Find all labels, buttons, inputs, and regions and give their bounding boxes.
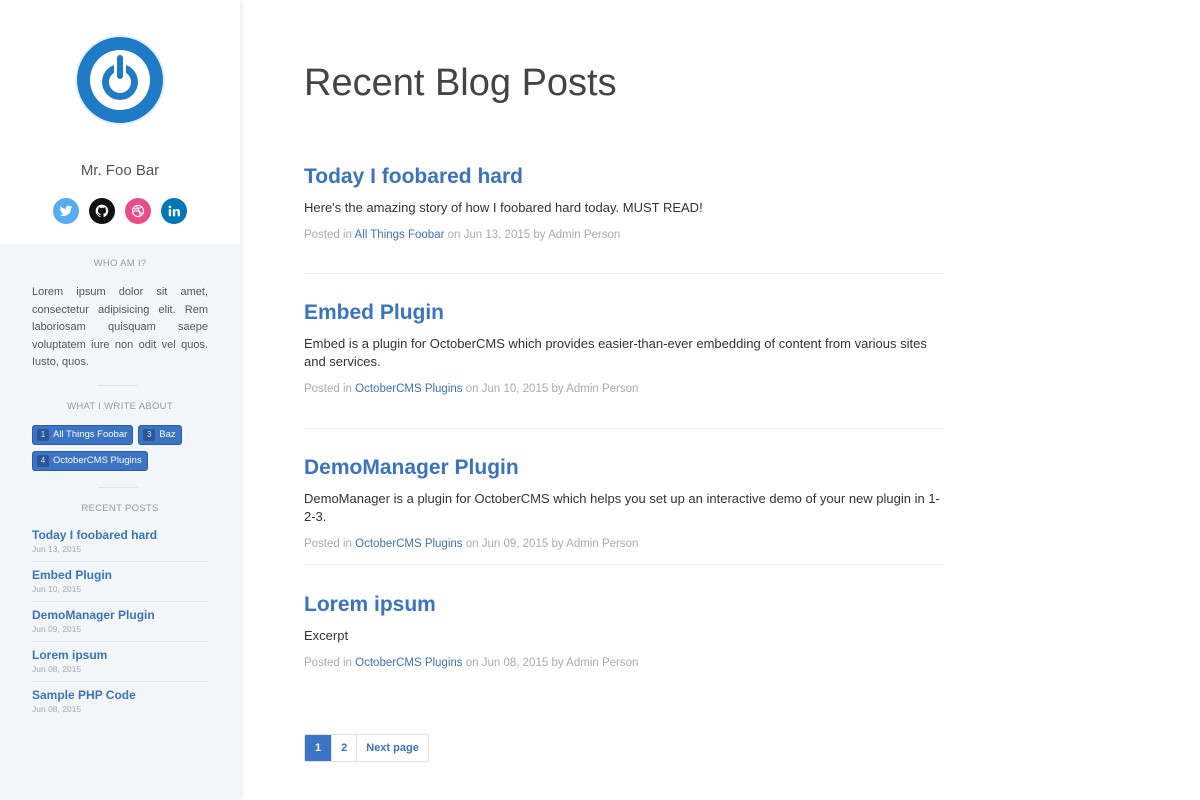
category-tag-all-things-foobar[interactable]: 1 All Things Foobar xyxy=(32,425,134,445)
meta-by: by xyxy=(533,229,546,241)
recent-post-date: Jun 08, 2015 xyxy=(32,664,82,674)
meta-prefix: Posted in xyxy=(304,657,352,669)
post-item: Lorem ipsum Excerpt Posted in OctoberCMS… xyxy=(304,593,944,669)
linkedin-link[interactable] xyxy=(161,198,187,224)
post-date: Jun 10, 2015 xyxy=(481,383,549,395)
recent-post-item: Today I foobared hard Jun 13, 2015 xyxy=(32,522,208,562)
post-meta: Posted in OctoberCMS Plugins on Jun 09, … xyxy=(304,538,944,550)
post-category-link[interactable]: All Things Foobar xyxy=(355,229,445,241)
category-tag-octobercms-plugins[interactable]: 4 OctoberCMS Plugins xyxy=(32,451,148,471)
post-meta: Posted in OctoberCMS Plugins on Jun 10, … xyxy=(304,383,944,395)
avatar xyxy=(75,35,165,125)
recent-post-item: DemoManager Plugin Jun 09, 2015 xyxy=(32,602,208,642)
pagination: 1 2 Next page xyxy=(304,734,429,762)
about-heading: WHO AM I? xyxy=(93,258,147,269)
page-title: Recent Blog Posts xyxy=(304,62,617,104)
post-author: Admin Person xyxy=(566,383,639,395)
twitter-link[interactable] xyxy=(53,198,79,224)
post-meta: Posted in All Things Foobar on Jun 13, 2… xyxy=(304,229,944,241)
divider xyxy=(98,487,138,488)
post-excerpt: Excerpt xyxy=(304,628,349,643)
meta-by: by xyxy=(551,383,564,395)
sidebar: Mr. Foo Bar WHO AM I? Lorem ipsum dolor … xyxy=(0,0,240,800)
about-text: Lorem ipsum dolor sit amet, consectetur … xyxy=(32,286,208,368)
recent-post-link[interactable]: Sample PHP Code xyxy=(32,688,208,702)
recent-post-link[interactable]: DemoManager Plugin xyxy=(32,608,208,622)
post-title-link[interactable]: Lorem ipsum xyxy=(304,593,944,617)
meta-prefix: Posted in xyxy=(304,383,352,395)
recent-post-link[interactable]: Today I foobared hard xyxy=(32,528,208,542)
github-link[interactable] xyxy=(89,198,115,224)
recent-post-date: Jun 09, 2015 xyxy=(32,624,82,634)
category-label: OctoberCMS Plugins xyxy=(53,455,142,466)
post-title-link[interactable]: Today I foobared hard xyxy=(304,165,944,189)
category-count: 1 xyxy=(37,429,49,441)
author-name: Mr. Foo Bar xyxy=(80,162,160,179)
meta-prefix: Posted in xyxy=(304,229,352,241)
post-date: Jun 09, 2015 xyxy=(481,538,549,550)
post-excerpt: Embed is a plugin for OctoberCMS which p… xyxy=(304,336,927,369)
post-date: Jun 13, 2015 xyxy=(463,229,531,241)
page-1-button[interactable]: 1 xyxy=(305,735,333,761)
dribbble-icon xyxy=(131,204,145,218)
recent-post-item: Sample PHP Code Jun 08, 2015 xyxy=(32,682,208,721)
meta-by: by xyxy=(551,538,564,550)
post-title-link[interactable]: Embed Plugin xyxy=(304,301,944,325)
recent-post-date: Jun 13, 2015 xyxy=(32,544,82,554)
meta-by: by xyxy=(551,657,564,669)
social-links xyxy=(0,198,240,224)
category-tag-baz[interactable]: 3 Baz xyxy=(138,425,182,445)
post-separator xyxy=(304,564,944,565)
post-author: Admin Person xyxy=(566,538,639,550)
github-icon xyxy=(95,204,109,218)
meta-on: on xyxy=(465,538,479,550)
category-tags: 1 All Things Foobar 3 Baz 4 OctoberCMS Plugi… xyxy=(32,425,208,477)
category-count: 4 xyxy=(37,455,49,467)
post-excerpt: DemoManager is a plugin for OctoberCMS w… xyxy=(304,491,940,524)
post-category-link[interactable]: OctoberCMS Plugins xyxy=(355,538,462,550)
recent-posts-heading: RECENT POSTS xyxy=(81,503,159,514)
post-excerpt: Here's the amazing story of how I foobar… xyxy=(304,200,703,215)
next-page-button[interactable]: Next page xyxy=(357,735,428,761)
profile-card: Mr. Foo Bar xyxy=(0,0,240,244)
post-author: Admin Person xyxy=(566,657,639,669)
post-item: Embed Plugin Embed is a plugin for Octob… xyxy=(304,301,944,395)
dribbble-link[interactable] xyxy=(125,198,151,224)
divider xyxy=(98,385,138,386)
twitter-icon xyxy=(59,205,73,217)
post-item: DemoManager Plugin DemoManager is a plug… xyxy=(304,456,944,550)
about-section: WHO AM I? Lorem ipsum dolor sit amet, co… xyxy=(32,258,208,372)
category-label: Baz xyxy=(159,429,176,440)
post-author: Admin Person xyxy=(548,229,621,241)
meta-on: on xyxy=(447,229,461,241)
recent-post-date: Jun 10, 2015 xyxy=(32,584,82,594)
post-item: Today I foobared hard Here's the amazing… xyxy=(304,165,944,241)
post-date: Jun 08, 2015 xyxy=(481,657,549,669)
categories-section: WHAT I WRITE ABOUT 1 All Things Foobar 3 Ba… xyxy=(32,401,208,477)
post-separator xyxy=(304,428,944,429)
recent-post-date: Jun 08, 2015 xyxy=(32,704,82,714)
linkedin-icon xyxy=(168,205,180,217)
recent-posts-section: RECENT POSTS Today I foobared hard Jun 1… xyxy=(32,503,208,721)
meta-on: on xyxy=(465,657,479,669)
post-title-link[interactable]: DemoManager Plugin xyxy=(304,456,944,480)
categories-heading: WHAT I WRITE ABOUT xyxy=(67,401,173,412)
category-label: All Things Foobar xyxy=(53,429,128,440)
recent-post-item: Lorem ipsum Jun 08, 2015 xyxy=(32,642,208,682)
page-2-button[interactable]: 2 xyxy=(332,735,358,761)
recent-post-item: Embed Plugin Jun 10, 2015 xyxy=(32,562,208,602)
recent-post-link[interactable]: Lorem ipsum xyxy=(32,648,208,662)
recent-posts-list: Today I foobared hard Jun 13, 2015 Embed… xyxy=(32,522,208,721)
post-meta: Posted in OctoberCMS Plugins on Jun 08, … xyxy=(304,657,944,669)
post-category-link[interactable]: OctoberCMS Plugins xyxy=(355,383,462,395)
meta-prefix: Posted in xyxy=(304,538,352,550)
category-count: 3 xyxy=(143,429,156,441)
post-separator xyxy=(304,273,944,274)
recent-post-link[interactable]: Embed Plugin xyxy=(32,568,208,582)
post-category-link[interactable]: OctoberCMS Plugins xyxy=(355,657,462,669)
meta-on: on xyxy=(465,383,479,395)
